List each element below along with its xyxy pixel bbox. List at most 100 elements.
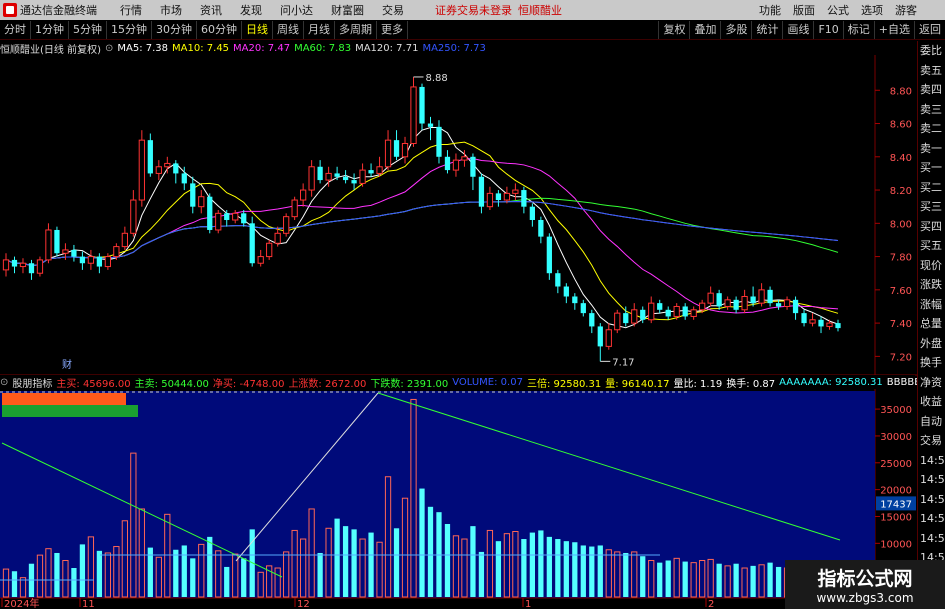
volume-tick-label: 20000 (880, 486, 912, 497)
tool-tongji[interactable]: 统计 (751, 20, 782, 39)
menu-shichang[interactable]: 市场 (160, 2, 182, 18)
liang-label: 量: 96140.17 (605, 378, 670, 390)
candle-body (521, 190, 527, 207)
volume-bar (572, 542, 578, 597)
candle-body (257, 256, 264, 264)
period-monthly[interactable]: 月线 (304, 20, 335, 39)
menu-wenxiaoda[interactable]: 问小达 (280, 2, 313, 18)
zhumai-label: 主买: 45696.00 (56, 378, 131, 390)
volume-bar (11, 571, 18, 597)
candle-body (164, 162, 171, 168)
volume-tick-label: 30000 (880, 432, 912, 443)
indicator-info-line: ⊙ 股朋指标 主买: 45696.00 主卖: 50444.00 净买: -47… (0, 375, 945, 390)
tool-fuquan[interactable]: 复权 (658, 20, 689, 39)
volume-bar (368, 532, 374, 597)
volume-bar (580, 545, 586, 597)
candle-body (401, 142, 409, 158)
side-item: 卖一 (920, 141, 942, 155)
period-multi[interactable]: 多周期 (335, 20, 377, 39)
indicator-settings-icon[interactable]: ⊙ (0, 377, 8, 388)
current-volume-label: 17437 (880, 499, 912, 510)
candle-body (283, 216, 290, 234)
guest-user[interactable]: 游客 (895, 2, 917, 18)
menu-xuanxiang[interactable]: 选项 (861, 2, 883, 18)
menu-jiaoyi[interactable]: 交易 (382, 2, 404, 18)
candle-body (835, 323, 841, 329)
period-30min[interactable]: 30分钟 (152, 20, 197, 39)
candle-body (54, 229, 60, 254)
tool-back[interactable]: 返回 (914, 20, 945, 39)
login-status[interactable]: 证券交易未登录 (435, 2, 512, 18)
tool-biaoji[interactable]: 标记 (842, 20, 874, 39)
candle-body (444, 156, 451, 171)
candle-body (563, 286, 569, 297)
kline-chart[interactable]: 8.80 8.60 8.40 8.20 8.00 7.80 7.60 7.40 7.20 8.88… (0, 41, 917, 609)
candle-body (452, 159, 460, 171)
candle-body (555, 273, 561, 287)
period-weekly[interactable]: 周线 (273, 20, 304, 39)
candle-body (724, 299, 731, 307)
candle-body (121, 232, 128, 248)
tool-add-watchlist[interactable]: +自选 (873, 20, 914, 39)
ma5-label: MA5: 7.38 (117, 42, 169, 54)
candle-body (589, 313, 595, 327)
price-tick-label: 8.20 (890, 186, 912, 197)
volume-bar (224, 566, 230, 597)
settings-icon[interactable]: ⊙ (105, 43, 113, 54)
candle-body (325, 172, 332, 181)
candle-body (173, 163, 179, 174)
candle-body (393, 140, 400, 157)
tool-duogu[interactable]: 多股 (720, 20, 751, 39)
menu-faxian[interactable]: 发现 (240, 2, 262, 18)
period-more[interactable]: 更多 (377, 20, 408, 39)
volume-bar (444, 523, 451, 597)
period-60min[interactable]: 60分钟 (197, 20, 242, 39)
volume-bar (775, 566, 782, 597)
volume-bar (682, 561, 688, 597)
volume-bar (589, 546, 595, 597)
menu-banmian[interactable]: 版面 (793, 2, 815, 18)
volume-bar (317, 552, 323, 597)
volume-tick-label: 10000 (880, 539, 912, 550)
tool-f10[interactable]: F10 (813, 20, 842, 39)
tool-diejia[interactable]: 叠加 (689, 20, 720, 39)
candle-body (147, 140, 153, 174)
candle-body (597, 326, 603, 347)
candle-body (317, 166, 323, 181)
indicator-name[interactable]: 股朋指标 (12, 375, 52, 390)
candle-body (758, 289, 765, 304)
candle-body (2, 259, 10, 271)
price-tick-label: 8.80 (890, 86, 912, 97)
period-15min[interactable]: 15分钟 (107, 20, 152, 39)
period-fenshi[interactable]: 分时 (0, 20, 31, 39)
side-item: 买一 (920, 161, 942, 174)
menu-zixun[interactable]: 资讯 (200, 2, 222, 18)
volume-bar (342, 526, 349, 597)
candle-body (503, 192, 511, 201)
price-tick-label: 7.60 (890, 286, 912, 297)
menu-hangqing[interactable]: 行情 (120, 2, 142, 18)
menu-caifuquan[interactable]: 财富圈 (331, 2, 364, 18)
sanbei-label: 三倍: 92580.31 (526, 378, 602, 390)
candle-body (478, 176, 485, 207)
candle-body (546, 236, 552, 274)
side-item: 卖三 (920, 102, 942, 116)
period-1min[interactable]: 1分钟 (31, 20, 69, 39)
side-item: 现价 (920, 258, 942, 272)
menu-gongneng[interactable]: 功能 (759, 2, 781, 18)
menu-gongshi[interactable]: 公式 (827, 2, 849, 18)
ma20-line (5, 157, 839, 314)
candle-body (801, 313, 807, 324)
side-item: 卖二 (920, 122, 942, 135)
candle-body (232, 212, 239, 221)
candle-body (45, 229, 52, 261)
candle-body (529, 206, 535, 220)
chart-tools: 复权 叠加 多股 统计 画线 F10 标记 +自选 返回 (658, 20, 945, 39)
volume-bar (241, 558, 247, 597)
ma10-label: MA10: 7.45 (172, 42, 230, 54)
period-daily[interactable]: 日线 (242, 20, 273, 39)
candle-body (104, 256, 112, 268)
volume-bar (555, 539, 561, 597)
period-5min[interactable]: 5分钟 (69, 20, 107, 39)
tool-huaxian[interactable]: 画线 (782, 20, 813, 39)
